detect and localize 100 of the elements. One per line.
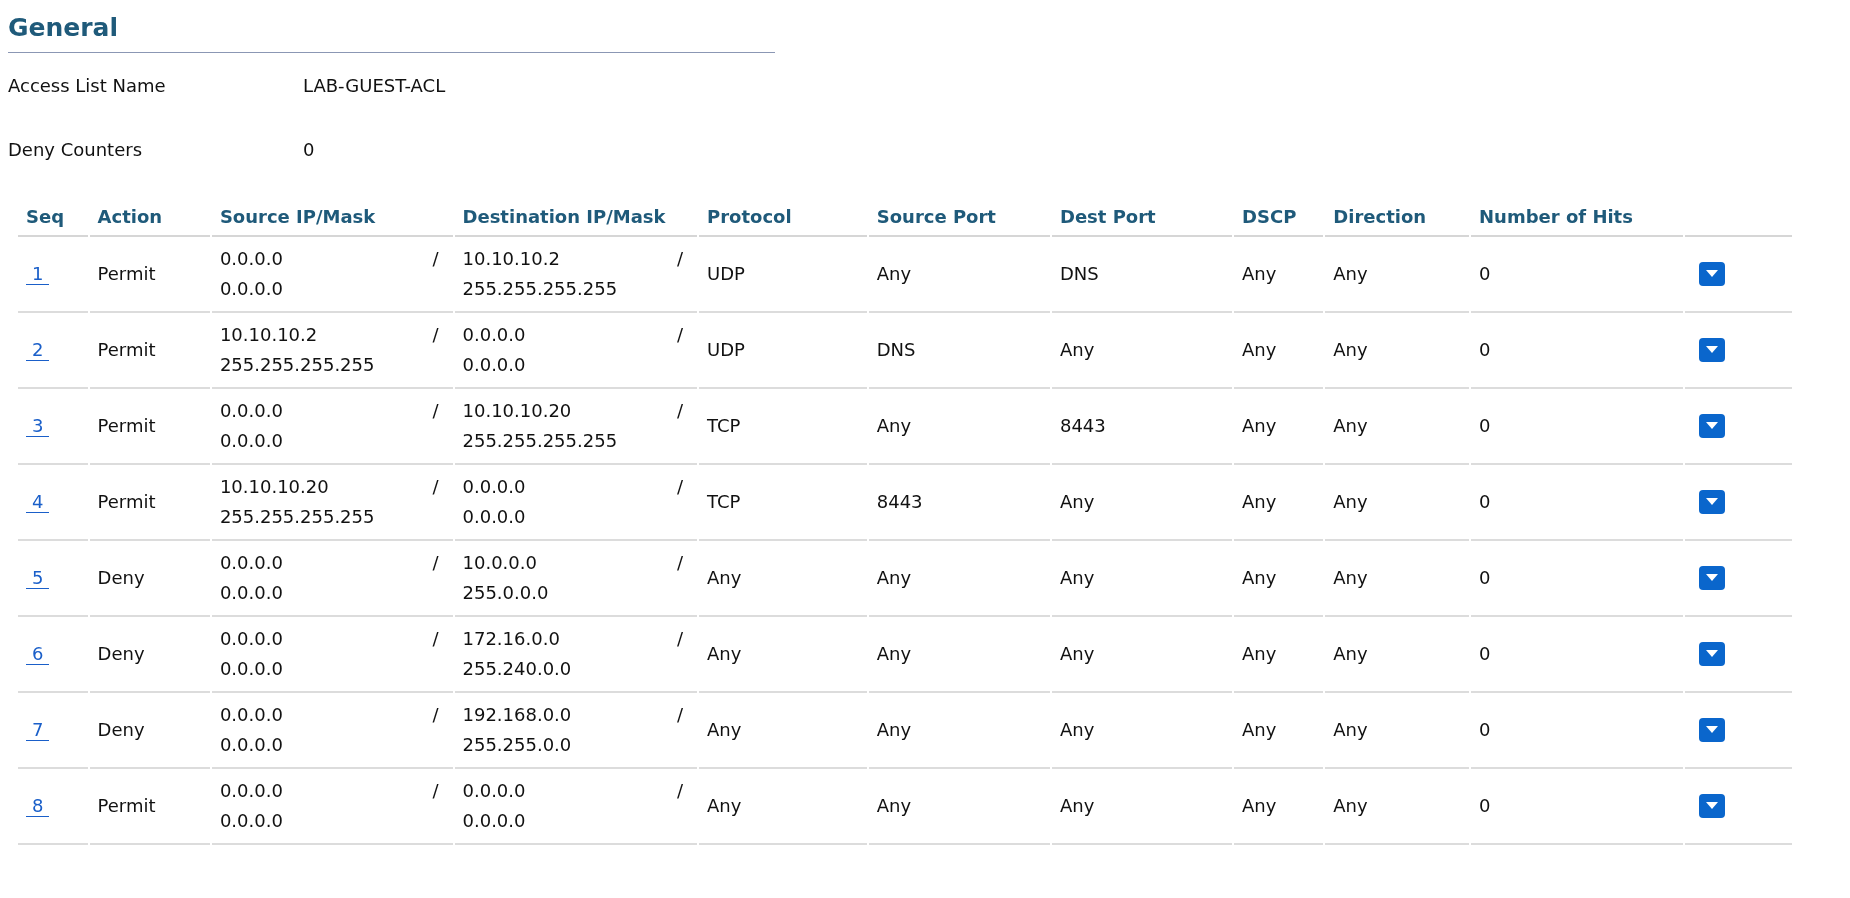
ip-mask: 0.0.0.0 <box>219 429 284 453</box>
table-cell: Permit <box>89 769 210 845</box>
table-cell: 0 <box>1471 693 1684 769</box>
ip-mask: 0.0.0.0 <box>219 809 284 833</box>
table-cell: Any <box>698 769 867 845</box>
table-cell: 8443 <box>868 465 1050 541</box>
ip-address: 0.0.0.0 <box>219 247 284 271</box>
ip-mask: 255.255.255.255 <box>219 353 376 377</box>
table-cell: Permit <box>89 465 210 541</box>
table-cell: Any <box>868 389 1050 465</box>
table-cell: TCP <box>698 465 867 541</box>
separator: / <box>676 323 684 347</box>
column-header: Dest Port <box>1051 205 1233 237</box>
dropdown-button[interactable] <box>1699 566 1726 590</box>
dropdown-button[interactable] <box>1699 414 1726 438</box>
table-cell: Any <box>1051 465 1233 541</box>
table-cell: Any <box>1325 769 1470 845</box>
seq-link[interactable]: 1 <box>26 264 50 285</box>
separator: / <box>432 551 440 575</box>
separator: / <box>432 627 440 651</box>
table-cell: Any <box>868 769 1050 845</box>
ip-address: 10.0.0.0 <box>462 551 538 575</box>
table-cell: Deny <box>89 617 210 693</box>
separator: / <box>676 399 684 423</box>
ip-mask: 0.0.0.0 <box>462 505 527 529</box>
field-value: LAB-GUEST-ACL <box>303 74 446 96</box>
ip-address: 10.10.10.2 <box>462 247 561 271</box>
column-header: Source IP/Mask <box>211 205 453 237</box>
ip-address: 0.0.0.0 <box>219 399 284 423</box>
table-cell: DNS <box>868 313 1050 389</box>
section-title: General <box>8 12 118 44</box>
caret-icon <box>1706 650 1719 658</box>
seq-link[interactable]: 5 <box>26 568 50 589</box>
separator: / <box>432 247 440 271</box>
separator: / <box>676 247 684 271</box>
table-cell: Any <box>1234 237 1324 313</box>
table-cell: 0 <box>1471 465 1684 541</box>
ip-address: 10.10.10.20 <box>219 475 330 499</box>
ip-address: 172.16.0.0 <box>462 627 561 651</box>
ip-mask: 0.0.0.0 <box>462 353 527 377</box>
ip-mask: 255.255.0.0 <box>462 733 573 757</box>
table-cell: Any <box>1234 389 1324 465</box>
table-cell: DNS <box>1051 237 1233 313</box>
seq-link[interactable]: 6 <box>26 644 50 665</box>
table-cell: Any <box>868 693 1050 769</box>
ip-address: 0.0.0.0 <box>219 703 284 727</box>
dropdown-button[interactable] <box>1699 338 1726 362</box>
table-cell: Permit <box>89 389 210 465</box>
ip-mask: 0.0.0.0 <box>462 809 527 833</box>
separator: / <box>676 475 684 499</box>
dropdown-button[interactable] <box>1699 490 1726 514</box>
table-cell: Any <box>698 617 867 693</box>
dropdown-button[interactable] <box>1699 642 1726 666</box>
ip-address: 0.0.0.0 <box>219 627 284 651</box>
separator: / <box>432 323 440 347</box>
dropdown-button[interactable] <box>1699 718 1726 742</box>
ip-address: 10.10.10.2 <box>219 323 319 347</box>
caret-icon <box>1706 346 1719 354</box>
seq-link[interactable]: 3 <box>26 416 50 437</box>
table-cell: TCP <box>698 389 867 465</box>
ip-mask: 0.0.0.0 <box>219 657 284 681</box>
caret-icon <box>1706 422 1719 430</box>
table-cell: Any <box>1234 617 1324 693</box>
column-header: Source Port <box>868 205 1050 237</box>
dropdown-button[interactable] <box>1699 794 1726 818</box>
column-header: DSCP <box>1234 205 1324 237</box>
seq-link[interactable]: 8 <box>26 796 50 817</box>
ip-mask: 0.0.0.0 <box>219 277 284 301</box>
table-cell: 0 <box>1471 541 1684 617</box>
caret-icon <box>1706 498 1719 506</box>
ip-address: 0.0.0.0 <box>219 779 284 803</box>
column-header: Action <box>89 205 210 237</box>
ip-mask: 255.0.0.0 <box>462 581 550 605</box>
caret-icon <box>1706 270 1719 278</box>
table-cell: Any <box>1234 693 1324 769</box>
table-cell: Any <box>698 693 867 769</box>
table-cell: Any <box>868 617 1050 693</box>
seq-link[interactable]: 2 <box>26 340 50 361</box>
table-cell: Any <box>1234 313 1324 389</box>
dropdown-button[interactable] <box>1699 262 1726 286</box>
table-cell: Any <box>1325 313 1470 389</box>
caret-icon <box>1706 802 1719 810</box>
table-cell: Any <box>1234 769 1324 845</box>
table-cell: Any <box>1051 769 1233 845</box>
ip-address: 0.0.0.0 <box>462 779 527 803</box>
table-cell: Any <box>1051 541 1233 617</box>
table-cell: Any <box>698 541 867 617</box>
seq-link[interactable]: 4 <box>26 492 50 513</box>
separator: / <box>676 627 684 651</box>
separator: / <box>432 475 440 499</box>
table-cell: Permit <box>89 313 210 389</box>
table-cell: Any <box>1325 237 1470 313</box>
column-header: Seq <box>18 205 88 237</box>
field-value: 0 <box>303 138 315 160</box>
seq-link[interactable]: 7 <box>26 720 50 741</box>
ip-mask: 0.0.0.0 <box>219 733 284 757</box>
ip-address: 0.0.0.0 <box>219 551 284 575</box>
column-header: Direction <box>1325 205 1470 237</box>
table-cell: UDP <box>698 313 867 389</box>
ip-mask: 0.0.0.0 <box>219 581 284 605</box>
